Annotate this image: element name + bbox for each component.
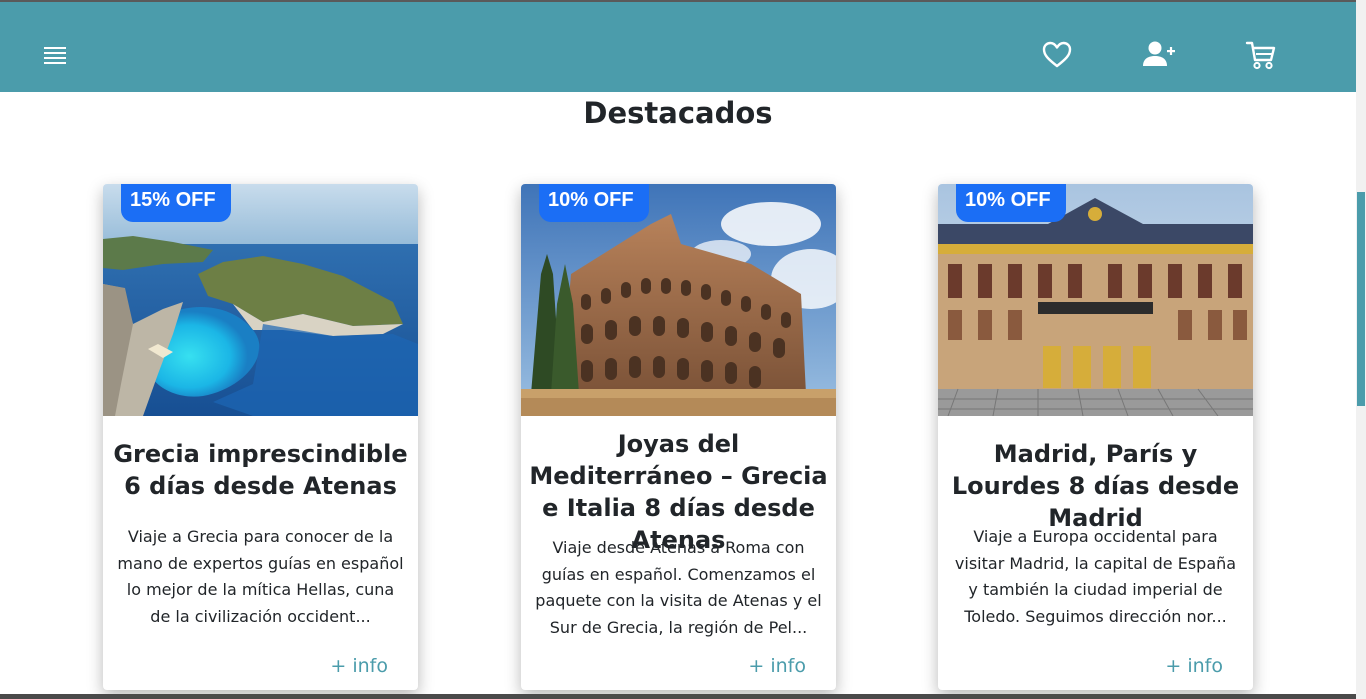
more-info-link[interactable]: + info [1165,654,1223,678]
section-title: Destacados [583,96,773,130]
card-description: Viaje a Europa occidental para visitar M… [954,527,1237,626]
top-navbar [0,0,1356,92]
hamburger-menu-icon[interactable] [42,44,68,66]
card-title[interactable]: Grecia imprescindible 6 días desde Atena… [111,438,410,502]
tour-card[interactable]: 15% OFF Grecia imprescindible 6 días des… [103,184,418,690]
scrollbar-thumb[interactable] [1357,192,1365,406]
tour-card[interactable]: 10% OFF Joyas del Mediterráneo – Grecia … [521,184,836,690]
card-title[interactable]: Madrid, París y Lourdes 8 días desde Mad… [946,438,1245,534]
discount-badge: 15% OFF [121,184,231,222]
user-plus-icon[interactable] [1141,38,1175,72]
more-info-link[interactable]: + info [748,654,806,678]
discount-badge: 10% OFF [539,184,649,222]
card-description: Viaje a Grecia para conocer de la mano d… [117,527,404,626]
card-description: Viaje desde Atenas a Roma con guías en e… [535,538,822,637]
more-info-link[interactable]: + info [330,654,388,678]
page-scrollbar[interactable] [1356,0,1366,699]
bottom-divider [0,694,1356,699]
heart-icon[interactable] [1040,38,1074,72]
discount-badge: 10% OFF [956,184,1066,222]
tour-card[interactable]: 10% OFF Madrid, París y Lourdes 8 días d… [938,184,1253,690]
shopping-cart-icon[interactable] [1244,38,1278,72]
